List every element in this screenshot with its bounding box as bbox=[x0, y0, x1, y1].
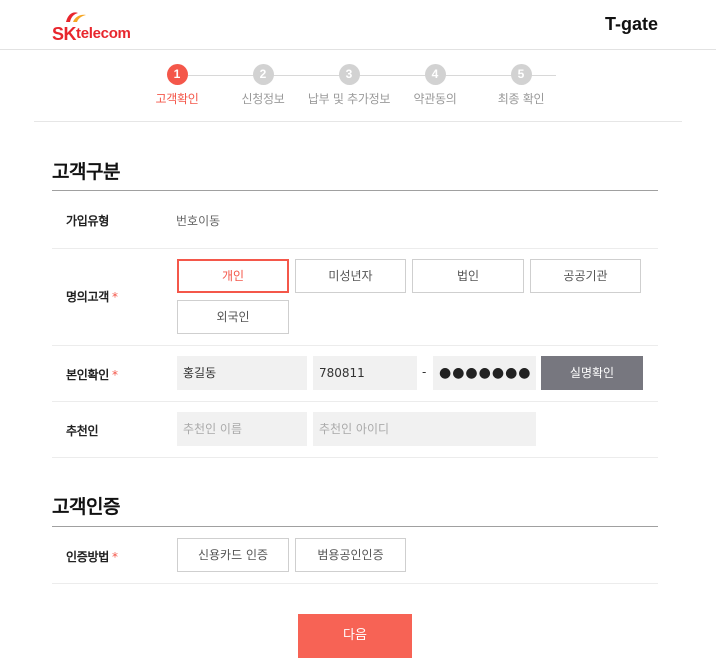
auth-method-label: 인증방법 * bbox=[66, 550, 118, 564]
brand-title: T-gate bbox=[604, 14, 658, 34]
step-4-number: 4 bbox=[424, 64, 446, 85]
auth-section-title: 고객인증 bbox=[52, 496, 120, 518]
step-2-number: 2 bbox=[252, 64, 274, 85]
customer-section-title: 고객구분 bbox=[52, 161, 120, 183]
header: SK telecom T-gate bbox=[0, 0, 716, 50]
holder-type-row: 명의고객 * 개인 미성년자 법인 공공기관 외국인 bbox=[52, 249, 658, 346]
required-mark: * bbox=[111, 368, 118, 382]
step-indicator: 1 고객확인 2 신청정보 3 납부 및 추가정보 4 약관동의 5 최종 확인 bbox=[34, 50, 682, 122]
referrer-label: 추천인 bbox=[66, 424, 99, 438]
identity-row: 본인확인 * 홍길동 780811 - ●●●●●●● 실명확인 bbox=[52, 346, 658, 402]
id-back-digits-input[interactable]: ●●●●●●● bbox=[433, 356, 536, 390]
logo-sk-text: SK bbox=[52, 24, 77, 44]
referrer-row: 추천인 추천인 이름 추천인 아이디 bbox=[52, 402, 658, 458]
auth-method-row: 인증방법 * 신용카드 인증 범용공인인증 bbox=[52, 527, 658, 584]
logo-telecom-text: telecom bbox=[76, 25, 131, 42]
sk-telecom-logo[interactable]: SK telecom bbox=[52, 10, 142, 44]
step-5: 5 최종 확인 bbox=[466, 64, 576, 107]
step-5-number: 5 bbox=[510, 64, 532, 85]
referrer-id-input[interactable]: 추천인 아이디 bbox=[313, 412, 536, 446]
holder-option-foreigner[interactable]: 외국인 bbox=[177, 300, 289, 334]
holder-type-label: 명의고객 * bbox=[66, 290, 118, 304]
auth-certificate-button[interactable]: 범용공인인증 bbox=[295, 538, 406, 572]
holder-option-minor[interactable]: 미성년자 bbox=[295, 259, 406, 293]
required-mark: * bbox=[111, 290, 118, 304]
join-type-value: 번호이동 bbox=[176, 214, 221, 228]
verify-name-button[interactable]: 실명확인 bbox=[541, 356, 643, 390]
logo-butterfly-icon bbox=[66, 12, 86, 22]
step-5-label: 최종 확인 bbox=[497, 92, 545, 106]
holder-option-individual[interactable]: 개인 bbox=[177, 259, 289, 293]
required-mark: * bbox=[111, 550, 118, 564]
step-3-number: 3 bbox=[338, 64, 360, 85]
birthdate-input[interactable]: 780811 bbox=[313, 356, 417, 390]
identity-label: 본인확인 * bbox=[66, 368, 118, 382]
auth-credit-card-button[interactable]: 신용카드 인증 bbox=[177, 538, 289, 572]
name-input[interactable]: 홍길동 bbox=[177, 356, 307, 390]
holder-option-corporation[interactable]: 법인 bbox=[412, 259, 524, 293]
id-separator: - bbox=[422, 365, 427, 379]
step-1-number: 1 bbox=[166, 64, 188, 85]
next-button[interactable]: 다음 bbox=[298, 614, 412, 658]
referrer-name-input[interactable]: 추천인 이름 bbox=[177, 412, 307, 446]
join-type-label: 가입유형 bbox=[66, 214, 109, 228]
holder-option-public-agency[interactable]: 공공기관 bbox=[530, 259, 641, 293]
join-type-row: 가입유형 번호이동 bbox=[52, 191, 658, 249]
